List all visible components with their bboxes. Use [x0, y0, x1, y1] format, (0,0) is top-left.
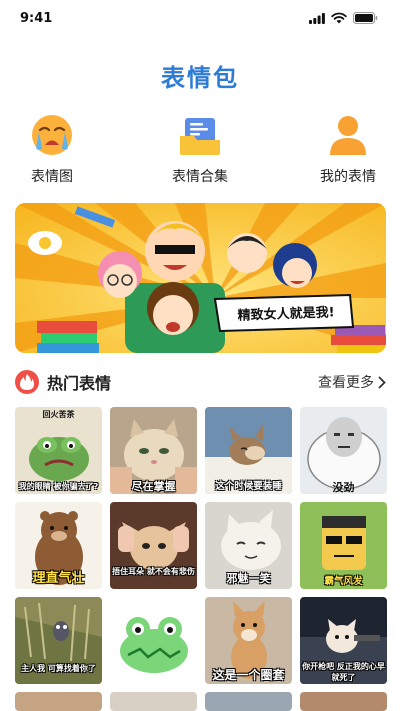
status-bar: 9:41: [0, 0, 400, 36]
meme-tile[interactable]: [300, 692, 387, 711]
hot-section-header: 热门表情 查看更多: [15, 366, 386, 398]
category-label: 表情图: [31, 169, 73, 185]
meme-caption: 这是一个圈套: [212, 668, 285, 682]
promo-banner[interactable]: 精致女人就是我!: [15, 203, 386, 353]
meme-caption-top: 回火苦茶: [42, 410, 75, 419]
meme-tile[interactable]: 邪魅一笑: [205, 502, 292, 589]
meme-tile[interactable]: 回火苦茶 我的眼睛 被你骗去了?: [15, 407, 102, 494]
collection-folder-icon: [180, 118, 220, 155]
category-emoji-images[interactable]: 表情图: [2, 112, 102, 186]
signal-icon: [309, 12, 325, 24]
category-my-emojis[interactable]: 我的表情: [298, 112, 398, 186]
meme-caption: 尽在掌握: [131, 480, 176, 493]
chevron-right-icon: [378, 375, 386, 389]
user-person-icon: [330, 116, 366, 155]
status-icons: [309, 12, 378, 24]
page-title: 表情包: [161, 63, 239, 92]
category-label: 我的表情: [320, 169, 376, 185]
crying-face-icon: [32, 115, 72, 155]
category-label: 表情合集: [172, 169, 228, 185]
view-more-link[interactable]: 查看更多: [318, 372, 386, 392]
wifi-icon: [331, 12, 347, 24]
meme-caption: 捂住耳朵 就不会有悲伤: [112, 567, 195, 576]
meme-caption: 理直气壮: [32, 571, 85, 586]
meme-caption: 邪魅一笑: [226, 572, 271, 585]
meme-tile[interactable]: 这是一个圈套: [205, 597, 292, 684]
meme-tile[interactable]: 这个时候要装睡: [205, 407, 292, 494]
status-time: 9:41: [20, 10, 53, 26]
meme-tile[interactable]: 霸气风发: [300, 502, 387, 589]
meme-tile[interactable]: [205, 692, 292, 711]
meme-caption: 你开枪吧 反正我的心早就死了: [302, 662, 385, 682]
battery-icon: [353, 12, 378, 24]
meme-caption: 霸气风发: [324, 576, 363, 587]
meme-tile[interactable]: [15, 692, 102, 711]
meme-caption: 主人我 可算找着你了: [21, 664, 96, 673]
meme-tile[interactable]: 捂住耳朵 就不会有悲伤: [110, 502, 197, 589]
meme-caption: 我的眼睛 被你骗去了?: [18, 482, 99, 491]
meme-tile[interactable]: 没劲: [300, 407, 387, 494]
meme-tile[interactable]: 主人我 可算找着你了: [15, 597, 102, 684]
meme-tile[interactable]: 理直气壮: [15, 502, 102, 589]
meme-tile[interactable]: 尽在掌握: [110, 407, 197, 494]
meme-tile[interactable]: 你开枪吧 反正我的心早就死了: [300, 597, 387, 684]
section-title: 热门表情: [47, 374, 112, 393]
banner-illustration: [15, 203, 386, 353]
view-more-label: 查看更多: [318, 375, 374, 391]
meme-caption: 这个时候要装睡: [215, 481, 282, 492]
category-bar: 表情图 表情合集 我的表情: [0, 112, 400, 192]
category-emoji-collections[interactable]: 表情合集: [150, 112, 250, 186]
meme-tile[interactable]: [110, 597, 197, 684]
meme-caption: 没劲: [332, 481, 355, 494]
fire-icon: [15, 370, 39, 394]
meme-tile[interactable]: [110, 692, 197, 711]
